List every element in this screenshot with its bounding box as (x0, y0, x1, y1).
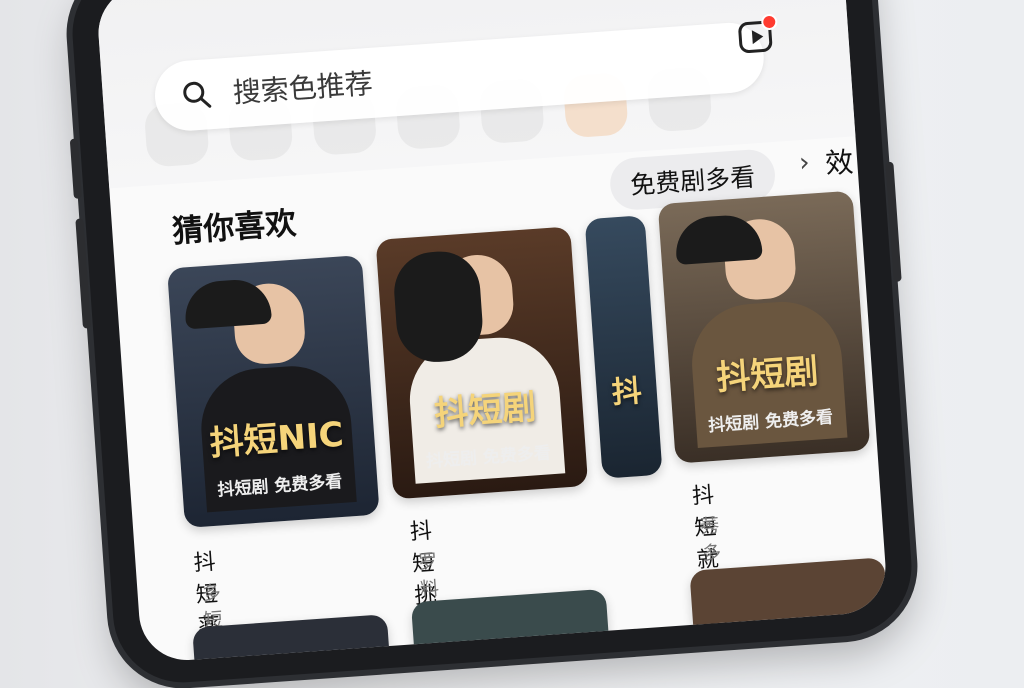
drama-card[interactable]: 抖 (584, 215, 663, 479)
poster-title: 抖 (610, 373, 643, 411)
section-title: 猜你喜欢 (171, 205, 298, 251)
drama-card[interactable] (410, 588, 612, 664)
search-icon (183, 81, 212, 108)
more-chip[interactable]: 效 (824, 141, 855, 183)
drama-card[interactable]: 抖短剧 抖短剧 免费多看 (657, 190, 871, 464)
drama-card[interactable] (868, 180, 889, 443)
phone-frame: 猜你喜欢 免费剧多看 › 效 抖短NIC 抖短剧 免费多看 抖短薬 多短菈 (67, 0, 917, 688)
chevron-right-icon[interactable]: › (798, 148, 810, 179)
app-screen: 猜你喜欢 免费剧多看 › 效 抖短NIC 抖短剧 免费多看 抖短薬 多短菈 (95, 0, 889, 664)
notification-dot (760, 13, 778, 31)
video-play-button[interactable] (726, 7, 786, 67)
volume-button-2 (75, 218, 91, 329)
drama-card[interactable] (689, 557, 889, 651)
power-button (885, 161, 902, 282)
volume-button (69, 138, 82, 199)
drama-card[interactable]: 抖短NIC 抖短剧 免费多看 (167, 254, 380, 528)
drama-card[interactable]: 抖短剧 抖短剧 免费多看 (375, 226, 589, 500)
